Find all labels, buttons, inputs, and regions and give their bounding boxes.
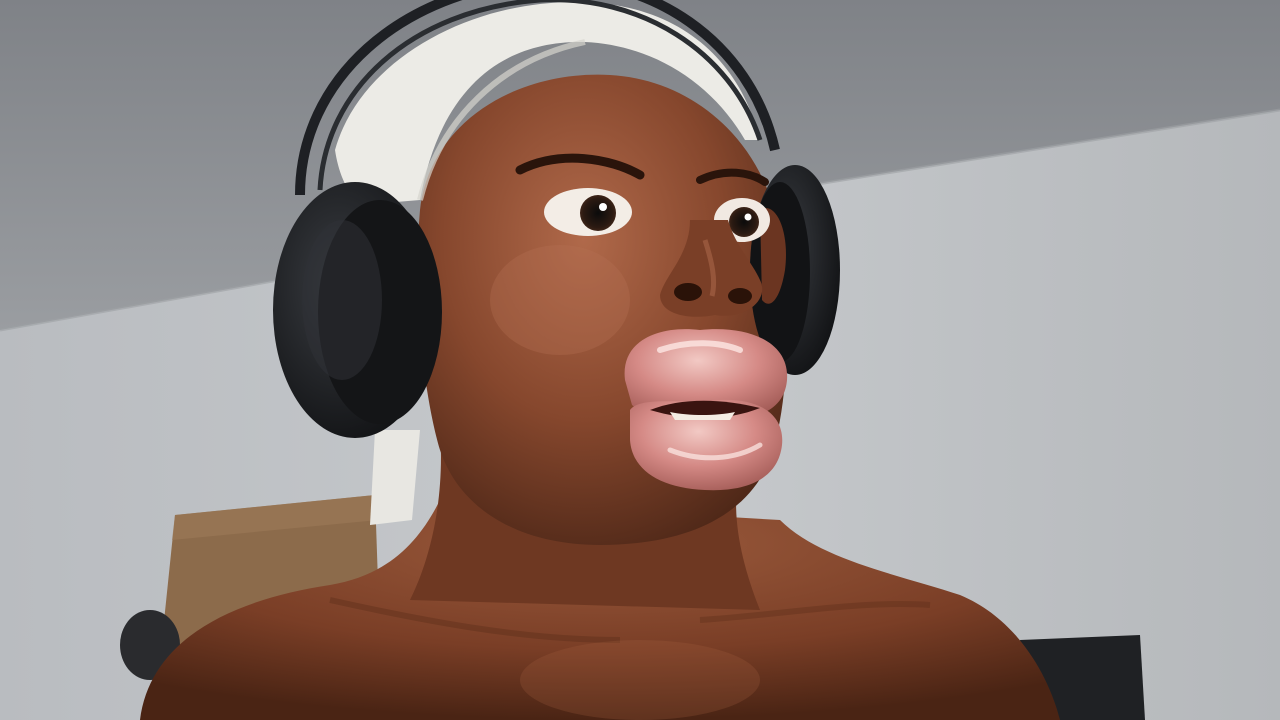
photo-illustration [0,0,1280,720]
headband-tail [370,430,420,525]
photo-scene [0,0,1280,720]
left-eye [544,188,632,236]
lips [624,329,788,491]
